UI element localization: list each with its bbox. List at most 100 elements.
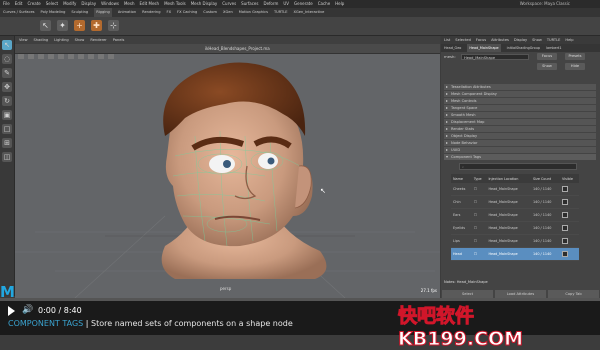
shelf-tab-1[interactable]: Poly Modeling bbox=[41, 8, 66, 17]
bottom-button[interactable]: Select bbox=[442, 290, 493, 298]
ae-menu-item-5[interactable]: Show bbox=[532, 36, 542, 44]
table-row[interactable]: Cheeks ☐ Head_MainShape 140 / 1140 bbox=[451, 183, 579, 196]
section-header[interactable]: Object Display bbox=[444, 133, 596, 139]
visible-checkbox[interactable] bbox=[559, 183, 579, 196]
table-row[interactable]: Ears ☐ Head_MainShape 140 / 1140 bbox=[451, 208, 579, 222]
shelf-tab-7[interactable]: FX Caching bbox=[177, 8, 197, 17]
ae-menu-item-7[interactable]: Help bbox=[565, 36, 573, 44]
menu-item-8[interactable]: Edit Mesh bbox=[140, 0, 160, 8]
ae-menu-item-2[interactable]: Focus bbox=[476, 36, 486, 44]
visible-checkbox[interactable] bbox=[559, 195, 579, 209]
section-header[interactable]: Tessellation Attributes bbox=[444, 84, 596, 90]
section-header[interactable]: Mesh Controls bbox=[444, 98, 596, 104]
layout-side-icon[interactable]: ◫ bbox=[2, 152, 12, 162]
shelf-tab-10[interactable]: Motion Graphics bbox=[239, 8, 268, 17]
section-header[interactable]: Tangent Space bbox=[444, 105, 596, 111]
layout-four-icon[interactable]: ⊞ bbox=[2, 138, 12, 148]
column-header[interactable]: Size Count bbox=[531, 174, 560, 183]
table-row[interactable]: Eyelids ☐ Head_MainShape 140 / 1140 bbox=[451, 221, 579, 235]
table-row[interactable]: Head ☐ Head_MainShape 140 / 1140 bbox=[451, 247, 579, 261]
section-header[interactable]: Smooth Mesh bbox=[444, 112, 596, 118]
menu-item-12[interactable]: Surfaces bbox=[241, 0, 258, 8]
menu-item-16[interactable]: Cache bbox=[318, 0, 330, 8]
visible-checkbox[interactable] bbox=[559, 234, 579, 248]
main-menubar: File Edit Create Select Modify Display Windows… bbox=[0, 0, 600, 8]
skin-bind-icon[interactable]: ✚ bbox=[91, 20, 102, 31]
section-header[interactable]: UUID bbox=[444, 147, 596, 153]
menu-item-1[interactable]: Edit bbox=[15, 0, 23, 8]
menu-item-10[interactable]: Mesh Display bbox=[191, 0, 218, 8]
visible-checkbox[interactable] bbox=[559, 247, 579, 261]
shelf-tab-2[interactable]: Sculpting bbox=[71, 8, 88, 17]
menu-item-11[interactable]: Curves bbox=[222, 0, 236, 8]
table-row[interactable]: Chin ☐ Head_MainShape 140 / 1140 bbox=[451, 195, 579, 209]
shelf-tab-0[interactable]: Curves / Surfaces bbox=[3, 8, 35, 17]
caption-topic: COMPONENT TAGS bbox=[8, 319, 84, 328]
ae-tab-1[interactable]: Head_MainShape bbox=[467, 44, 501, 52]
visible-checkbox[interactable] bbox=[559, 208, 579, 222]
shelf-tab-9[interactable]: XGen bbox=[223, 8, 233, 17]
bottom-button[interactable]: Load Attributes bbox=[495, 290, 546, 298]
menu-item-7[interactable]: Mesh bbox=[124, 0, 135, 8]
presets-button[interactable]: Presets bbox=[565, 53, 585, 60]
shelf-tab-11[interactable]: TURTLE bbox=[274, 8, 288, 17]
menu-item-15[interactable]: Generate bbox=[294, 0, 313, 8]
ae-tab-2[interactable]: initialShadingGroup bbox=[507, 44, 540, 52]
shelf-tab-5[interactable]: Rendering bbox=[142, 8, 160, 17]
show-button[interactable]: Show bbox=[537, 63, 557, 70]
menu-item-0[interactable]: File bbox=[3, 0, 10, 8]
ae-tab-0[interactable]: Head_Geo bbox=[444, 44, 461, 52]
section-header[interactable]: Node Behavior bbox=[444, 140, 596, 146]
shelf-tab-6[interactable]: FX bbox=[167, 8, 172, 17]
rotate-icon[interactable]: ↻ bbox=[2, 96, 12, 106]
column-header[interactable]: Injection Location bbox=[486, 174, 531, 183]
ae-menu-item-3[interactable]: Attributes bbox=[491, 36, 509, 44]
menu-item-14[interactable]: UV bbox=[283, 0, 289, 8]
section-header[interactable]: Render Stats bbox=[444, 126, 596, 132]
section-header[interactable]: Component Tags bbox=[444, 154, 596, 160]
move-icon[interactable]: ✥ bbox=[2, 82, 12, 92]
menu-item-17[interactable]: Help bbox=[335, 0, 344, 8]
shelf-tab-4[interactable]: Animation bbox=[118, 8, 136, 17]
menu-item-5[interactable]: Display bbox=[81, 0, 96, 8]
select-arrow-icon[interactable]: ↖ bbox=[2, 40, 12, 50]
lasso-icon[interactable]: ◌ bbox=[2, 54, 12, 64]
menu-item-3[interactable]: Select bbox=[46, 0, 58, 8]
ae-menu-item-0[interactable]: List bbox=[444, 36, 450, 44]
column-header[interactable]: Type bbox=[471, 174, 487, 183]
component-tag-search[interactable]: ⌕ bbox=[459, 163, 577, 170]
joint-tool-icon[interactable]: ✦ bbox=[57, 20, 68, 31]
volume-icon[interactable]: 🔊 bbox=[22, 305, 33, 315]
shelf-tab-3[interactable]: Rigging bbox=[94, 8, 112, 17]
layout-single-icon[interactable]: □ bbox=[2, 124, 12, 134]
ae-menu-item-1[interactable]: Selected bbox=[455, 36, 471, 44]
menu-item-2[interactable]: Create bbox=[27, 0, 40, 8]
shelf-tab-8[interactable]: Custom bbox=[203, 8, 217, 17]
ae-menu-item-6[interactable]: TURTLE bbox=[547, 36, 561, 44]
visible-checkbox[interactable] bbox=[559, 221, 579, 235]
constraint-icon[interactable]: ⊹ bbox=[108, 20, 119, 31]
play-icon[interactable] bbox=[8, 306, 15, 316]
shelf-tab-12[interactable]: XGen_Interactive bbox=[294, 8, 325, 17]
bottom-button[interactable]: Copy Tab bbox=[548, 290, 599, 298]
hide-button[interactable]: Hide bbox=[565, 63, 585, 70]
ik-handle-icon[interactable]: + bbox=[74, 20, 85, 31]
select-tool-icon[interactable]: ↖ bbox=[40, 20, 51, 31]
menu-item-9[interactable]: Mesh Tools bbox=[164, 0, 186, 8]
column-header[interactable]: Name bbox=[451, 174, 472, 183]
scale-icon[interactable]: ▣ bbox=[2, 110, 12, 120]
ae-menu-item-4[interactable]: Display bbox=[514, 36, 527, 44]
focus-button[interactable]: Focus bbox=[537, 53, 557, 60]
menu-item-6[interactable]: Windows bbox=[101, 0, 119, 8]
menu-item-13[interactable]: Deform bbox=[263, 0, 278, 8]
notes-label: Notes: Head_MainShape bbox=[444, 280, 488, 284]
paint-icon[interactable]: ✎ bbox=[2, 68, 12, 78]
table-row[interactable]: Lips ☐ Head_MainShape 140 / 1140 bbox=[451, 234, 579, 248]
section-header[interactable]: Mesh Component Display bbox=[444, 91, 596, 97]
section-header[interactable]: Displacement Map bbox=[444, 119, 596, 125]
viewport-panel[interactable]: View Shading Lighting Show Renderer Panels ik… bbox=[15, 36, 440, 298]
ae-tab-3[interactable]: lambert1 bbox=[546, 44, 561, 52]
column-header[interactable]: Visible bbox=[559, 174, 579, 183]
menu-item-4[interactable]: Modify bbox=[63, 0, 76, 8]
mesh-name-field[interactable]: Head_MainShape bbox=[461, 54, 529, 60]
